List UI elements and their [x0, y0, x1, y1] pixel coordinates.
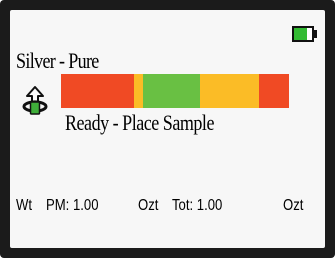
spectrum-segment	[143, 74, 201, 108]
battery-icon	[292, 26, 314, 42]
pm-value: PM: 1.00	[46, 197, 99, 214]
wt-label: Wt	[16, 197, 33, 214]
alloy-name: Silver - Pure	[16, 48, 99, 73]
tot-unit: Ozt	[283, 197, 304, 214]
spectrum-segment	[259, 74, 289, 108]
status-text: Ready - Place Sample	[65, 110, 214, 135]
spectrum-bar	[61, 74, 289, 108]
rotate-arrow-icon	[22, 86, 48, 115]
spectrum-segment	[61, 74, 134, 108]
spectrum-segment	[133, 74, 144, 108]
pm-unit: Ozt	[138, 197, 159, 214]
battery-tip	[314, 30, 317, 38]
tot-value: Tot: 1.00	[172, 197, 223, 214]
battery-level-fill	[294, 28, 307, 40]
spectrum-segment	[200, 74, 260, 108]
